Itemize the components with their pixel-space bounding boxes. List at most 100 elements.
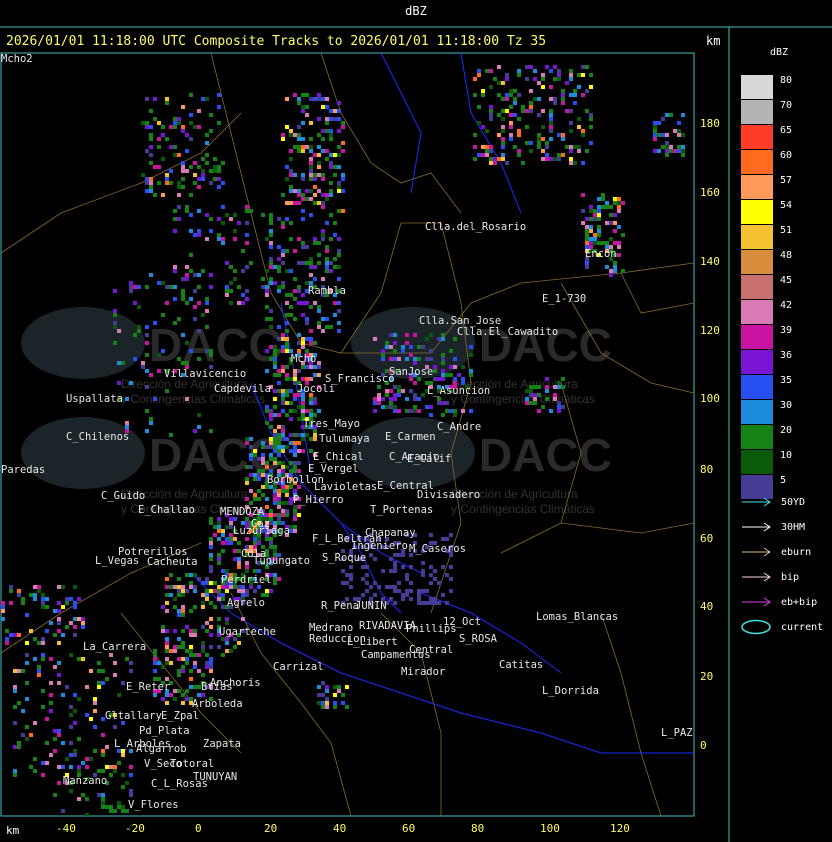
legend-swatch	[741, 125, 773, 149]
x-tick-label: 100	[540, 822, 560, 835]
place-label: Zapata	[203, 738, 241, 750]
legend-level-label: 30	[780, 400, 793, 411]
place-label: Agrelo	[227, 597, 265, 609]
place-label: Ingeniero	[351, 540, 408, 552]
legend-title: dBZ	[770, 47, 789, 58]
y-tick-label: 180	[700, 117, 720, 130]
place-label: Algarrob	[136, 743, 187, 755]
place-label: P_Hierro	[293, 494, 344, 506]
legend-swatch	[741, 300, 773, 324]
place-label: Mcho2	[1, 53, 33, 65]
legend-level-label: 48	[780, 250, 793, 261]
place-label: Catitas	[499, 659, 544, 671]
y-tick-label: 160	[700, 186, 720, 199]
place-label: E_Zpal	[161, 710, 199, 722]
x-tick-label: 120	[610, 822, 630, 835]
place-label: Btias	[201, 681, 233, 693]
place-label: Lavioletas	[314, 481, 378, 493]
track-label: eb+bip	[781, 597, 818, 608]
track-label: 50YD	[781, 497, 806, 508]
place-label: C_Chilenos	[66, 431, 130, 443]
place-label: Mirador	[401, 666, 446, 678]
track-label: bip	[781, 572, 800, 583]
legend-level-label: 51	[780, 225, 793, 236]
radar-display: dBZ 2026/01/01 11:18:00 UTC Composite Tr…	[0, 0, 832, 842]
legend-swatch	[741, 175, 773, 199]
x-tick-label: 40	[333, 822, 347, 835]
place-label: L_Asuncion	[427, 385, 491, 397]
place-label: S_ROSA	[459, 633, 497, 645]
place-label: Central	[409, 644, 454, 656]
place-label: Jocoli	[297, 383, 335, 395]
place-label: JUNIN	[355, 600, 387, 612]
place-label: Manzano	[63, 775, 108, 787]
y-tick-label: 80	[700, 463, 714, 476]
place-label: Villavicencio	[164, 368, 247, 380]
track-arrow-icon	[742, 547, 771, 557]
legend-level-label: 57	[780, 175, 793, 186]
current-ellipse-icon	[741, 619, 771, 635]
track-arrow-icon	[742, 497, 771, 507]
place-label: Carrizal	[273, 661, 324, 673]
place-label: E_1-730	[542, 293, 587, 305]
track-arrow-icon	[742, 597, 771, 607]
place-label: 12_Oct	[443, 616, 481, 628]
x-tick-label: -20	[125, 822, 145, 835]
legend-level-label: 80	[780, 75, 793, 86]
legend-swatch	[741, 275, 773, 299]
place-label: Arboleda	[192, 698, 243, 710]
place-label: Ugarteche	[219, 626, 276, 638]
place-label: E_Reter	[126, 681, 171, 693]
legend-level-label: 36	[780, 350, 793, 361]
place-label: Tulumaya	[319, 433, 370, 445]
legend-level-label: 20	[780, 425, 793, 436]
place-label: Encon	[585, 248, 617, 260]
place-label: Pd_Plata	[139, 725, 190, 737]
place-label: L_Dorrida	[542, 685, 599, 697]
place-label: T_Portenas	[370, 504, 434, 516]
legend-swatch	[741, 225, 773, 249]
y-tick-label: 0	[700, 739, 707, 752]
place-label: L_Libert	[347, 636, 398, 648]
legend-level-label: 39	[780, 325, 793, 336]
track-label: 30HM	[781, 522, 806, 533]
place-label: Totoral	[170, 758, 215, 770]
place-label: Divisadero	[417, 489, 481, 501]
y-tick-label: 40	[700, 600, 714, 613]
x-tick-label: -40	[56, 822, 76, 835]
legend-swatch	[741, 425, 773, 449]
legend-swatch	[741, 200, 773, 224]
legend-swatch	[741, 375, 773, 399]
legend-swatch	[741, 450, 773, 474]
track-arrow-icon	[742, 572, 771, 582]
legend-swatch	[741, 350, 773, 374]
legend-level-label: 65	[780, 125, 793, 136]
place-label: SanJose	[389, 366, 434, 378]
place-label: V_Flores	[128, 799, 179, 811]
track-label: eburn	[781, 547, 812, 558]
place-label: Tres_Mayo	[303, 418, 360, 430]
legend-level-label: 45	[780, 275, 793, 286]
place-label: Lomas_Blancas	[536, 611, 619, 623]
place-label: La_Carrera	[83, 641, 147, 653]
place-label: S_Roque	[322, 552, 367, 564]
y-tick-label: 140	[700, 255, 720, 268]
legend-swatch	[741, 400, 773, 424]
place-label: Luzuriaga	[233, 525, 290, 537]
place-label: Clla.El_Cawadito	[457, 326, 559, 338]
legend-level-label: 10	[780, 450, 793, 461]
x-tick-label: 80	[471, 822, 485, 835]
place-label: E_Chical	[313, 451, 364, 463]
y-tick-label: 100	[700, 392, 720, 405]
place-label: Mcho	[291, 353, 317, 365]
y-tick-label: 20	[700, 670, 714, 683]
place-label: Paredas	[1, 464, 46, 476]
track-arrow-icon	[742, 522, 771, 532]
place-label: Gltallary	[105, 710, 162, 722]
place-label: L_PAZ	[661, 727, 693, 739]
place-labels: Clla.del_Rosario Rambla E_1-730 Clla.San_Jo…	[1, 53, 694, 816]
place-label: M_Caseros	[409, 543, 466, 555]
legend-level-label: 60	[780, 150, 793, 161]
place-label: Rambla	[308, 285, 346, 297]
place-label: S_Francisco	[325, 373, 395, 385]
